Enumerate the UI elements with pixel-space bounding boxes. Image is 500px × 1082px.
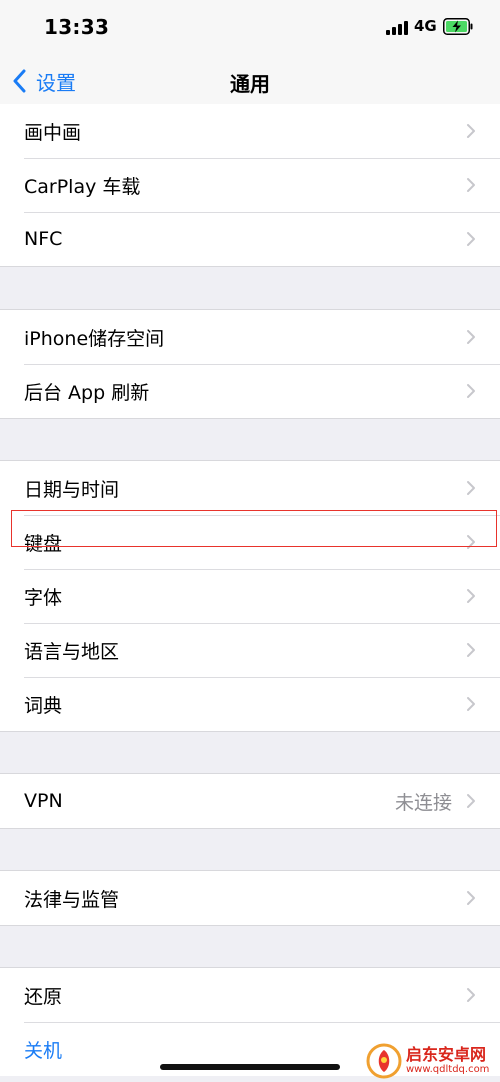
row-label: 后台 App 刷新 (24, 381, 150, 404)
battery-charging-icon (443, 18, 473, 35)
row-label: 还原 (24, 985, 63, 1008)
shut-down-link: 关机 (24, 1039, 63, 1062)
chevron-right-icon (467, 988, 475, 1002)
row-iphone-storage[interactable]: iPhone储存空间 (0, 310, 500, 364)
row-picture-in-picture[interactable]: 画中画 (0, 104, 500, 158)
row-nfc[interactable]: NFC (0, 212, 500, 266)
row-vpn[interactable]: VPN 未连接 (0, 774, 500, 828)
row-date-time[interactable]: 日期与时间 (0, 461, 500, 515)
row-label: 键盘 (24, 532, 63, 555)
row-label: CarPlay 车载 (24, 175, 141, 198)
row-label: 日期与时间 (24, 478, 120, 501)
settings-general-screen: 13:33 4G 设置 通用 画中画 CarPlay 车载 NFC iPhone… (0, 0, 500, 1082)
settings-group-4: VPN 未连接 (0, 773, 500, 829)
row-reset[interactable]: 还原 (0, 968, 500, 1022)
row-background-app-refresh[interactable]: 后台 App 刷新 (0, 364, 500, 418)
chevron-right-icon (467, 643, 475, 657)
vpn-status-value: 未连接 (394, 791, 452, 814)
navigation-bar: 设置 通用 (0, 56, 500, 108)
home-indicator (160, 1064, 340, 1070)
row-label: VPN (24, 790, 63, 812)
row-keyboard[interactable]: 键盘 (0, 515, 500, 569)
row-dictionary[interactable]: 词典 (0, 677, 500, 731)
row-carplay[interactable]: CarPlay 车载 (0, 158, 500, 212)
chevron-right-icon (467, 384, 475, 398)
settings-group-2: iPhone储存空间 后台 App 刷新 (0, 309, 500, 419)
row-label: iPhone储存空间 (24, 327, 165, 350)
chevron-right-icon (467, 481, 475, 495)
status-bar: 13:33 4G (0, 0, 500, 56)
settings-group-1: 画中画 CarPlay 车载 NFC (0, 104, 500, 267)
chevron-right-icon (467, 330, 475, 344)
row-label: 画中画 (24, 121, 82, 144)
settings-group-3: 日期与时间 键盘 字体 语言与地区 词典 (0, 460, 500, 732)
chevron-right-icon (467, 535, 475, 549)
row-label: 字体 (24, 586, 63, 609)
row-label: 法律与监管 (24, 888, 120, 911)
chevron-right-icon (467, 589, 475, 603)
chevron-right-icon (467, 232, 475, 246)
page-title: 通用 (230, 72, 270, 96)
chevron-right-icon (467, 178, 475, 192)
watermark-logo-icon (366, 1043, 402, 1079)
row-legal-regulatory[interactable]: 法律与监管 (0, 871, 500, 925)
chevron-right-icon (467, 124, 475, 138)
row-language-region[interactable]: 语言与地区 (0, 623, 500, 677)
watermark: 启东安卓网 www.qdltdq.com (366, 1040, 500, 1082)
settings-group-5: 法律与监管 (0, 870, 500, 926)
row-fonts[interactable]: 字体 (0, 569, 500, 623)
network-type: 4G (414, 17, 437, 35)
chevron-right-icon (467, 891, 475, 905)
signal-icon (386, 19, 408, 35)
row-label: 词典 (24, 694, 63, 717)
chevron-right-icon (467, 794, 475, 808)
chevron-right-icon (467, 697, 475, 711)
status-time: 13:33 (44, 15, 110, 39)
watermark-url: www.qdltdq.com (406, 1064, 490, 1075)
watermark-name: 启东安卓网 (406, 1045, 487, 1064)
row-label: NFC (24, 228, 63, 250)
row-label: 语言与地区 (24, 640, 120, 663)
